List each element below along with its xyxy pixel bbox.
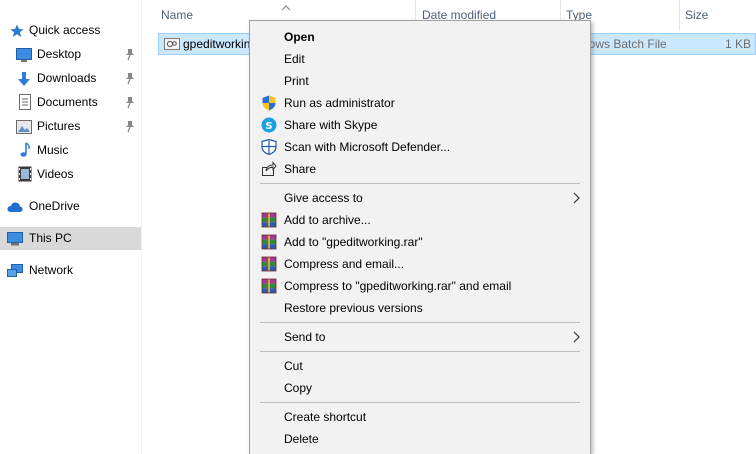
pictures-icon — [16, 119, 32, 135]
menu-separator — [260, 351, 580, 352]
menu-item-share-with-skype[interactable]: S Share with Skype — [250, 114, 590, 136]
file-size: 1 KB — [724, 37, 751, 51]
context-menu: Open Edit Print Run as administrator S S… — [249, 20, 591, 454]
menu-label: Compress to "gpeditworking.rar" and emai… — [284, 279, 512, 293]
batch-file-icon — [164, 36, 180, 52]
nav-item-network[interactable]: Network — [0, 259, 141, 282]
chevron-right-icon — [572, 331, 580, 343]
cloud-icon — [7, 199, 23, 215]
menu-item-run-as-administrator[interactable]: Run as administrator — [250, 92, 590, 114]
nav-item-documents[interactable]: Documents — [0, 91, 141, 114]
menu-label: Copy — [284, 381, 313, 395]
menu-item-add-to-rar[interactable]: Add to "gpeditworking.rar" — [250, 231, 590, 253]
menu-label: Scan with Microsoft Defender... — [284, 140, 451, 154]
menu-label: Share — [284, 162, 317, 176]
nav-item-music[interactable]: Music — [0, 139, 141, 162]
menu-item-copy[interactable]: Copy — [250, 377, 590, 399]
menu-label: Edit — [284, 52, 305, 66]
menu-item-print[interactable]: Print — [250, 70, 590, 92]
menu-label: Open — [284, 30, 315, 44]
skype-icon: S — [261, 117, 277, 133]
pin-icon — [124, 96, 136, 110]
menu-label: Run as administrator — [284, 96, 395, 110]
menu-label: Delete — [284, 432, 319, 446]
pin-icon — [124, 72, 136, 86]
nav-label: Quick access — [29, 23, 101, 37]
nav-label: OneDrive — [29, 199, 80, 213]
menu-item-restore-previous-versions[interactable]: Restore previous versions — [250, 297, 590, 319]
menu-separator — [260, 322, 580, 323]
pin-icon — [124, 120, 136, 134]
nav-label: Pictures — [37, 119, 81, 133]
nav-label: Desktop — [37, 47, 82, 61]
menu-label: Create shortcut — [284, 410, 367, 424]
nav-item-videos[interactable]: Videos — [0, 163, 141, 186]
navigation-pane: Quick access Desktop Downloads Documents — [0, 0, 141, 454]
pin-icon — [124, 48, 136, 62]
menu-item-send-to[interactable]: Send to — [250, 326, 590, 348]
nav-label: Downloads — [37, 71, 97, 85]
nav-item-quick-access[interactable]: Quick access — [0, 19, 141, 42]
share-icon — [261, 161, 277, 177]
defender-shield-icon — [261, 138, 277, 156]
menu-item-edit[interactable]: Edit — [250, 48, 590, 70]
menu-label: Give access to — [284, 191, 363, 205]
menu-item-share[interactable]: Share — [250, 158, 590, 180]
menu-label: Send to — [284, 330, 326, 344]
menu-item-cut[interactable]: Cut — [250, 355, 590, 377]
nav-item-this-pc[interactable]: This PC — [0, 227, 141, 250]
uac-shield-icon — [261, 95, 277, 111]
star-icon — [9, 23, 25, 39]
menu-separator — [260, 402, 580, 403]
file-type: lows Batch File — [586, 37, 667, 51]
menu-label: Print — [284, 74, 309, 88]
menu-item-add-to-archive[interactable]: Add to archive... — [250, 209, 590, 231]
nav-label: Documents — [37, 95, 98, 109]
winrar-icon — [261, 234, 277, 250]
menu-item-create-shortcut[interactable]: Create shortcut — [250, 406, 590, 428]
menu-label: Share with Skype — [284, 118, 378, 132]
menu-item-compress-to-rar-and-email[interactable]: Compress to "gpeditworking.rar" and emai… — [250, 275, 590, 297]
column-header-size[interactable]: Size — [685, 0, 708, 30]
nav-item-desktop[interactable]: Desktop — [0, 43, 141, 66]
nav-item-pictures[interactable]: Pictures — [0, 115, 141, 138]
menu-separator — [260, 183, 580, 184]
menu-label: Compress and email... — [284, 257, 405, 271]
winrar-icon — [261, 212, 277, 228]
nav-label: Videos — [37, 167, 74, 181]
menu-item-scan-defender[interactable]: Scan with Microsoft Defender... — [250, 136, 590, 158]
menu-item-delete[interactable]: Delete — [250, 428, 590, 450]
nav-item-onedrive[interactable]: OneDrive — [0, 195, 141, 218]
nav-label: Music — [37, 143, 69, 157]
chevron-right-icon — [572, 192, 580, 204]
menu-label: Cut — [284, 359, 303, 373]
videos-icon — [17, 166, 33, 182]
winrar-icon — [261, 256, 277, 272]
nav-item-downloads[interactable]: Downloads — [0, 67, 141, 90]
nav-label: Network — [29, 263, 74, 277]
menu-item-give-access-to[interactable]: Give access to — [250, 187, 590, 209]
menu-label: Add to "gpeditworking.rar" — [284, 235, 423, 249]
menu-item-compress-and-email[interactable]: Compress and email... — [250, 253, 590, 275]
menu-item-open[interactable]: Open — [250, 26, 590, 48]
file-name: gpeditworkin — [183, 37, 251, 51]
desktop-icon — [16, 47, 32, 63]
download-icon — [16, 71, 32, 87]
music-icon — [17, 142, 33, 158]
winrar-icon — [261, 278, 277, 294]
nav-label: This PC — [29, 231, 72, 245]
network-icon — [7, 263, 23, 279]
column-divider[interactable] — [679, 0, 680, 30]
svg-text:S: S — [265, 121, 272, 132]
computer-icon — [7, 231, 23, 247]
menu-label: Restore previous versions — [284, 301, 423, 315]
sort-ascending-icon — [281, 1, 291, 11]
pane-divider — [141, 0, 142, 454]
documents-icon — [17, 94, 33, 110]
menu-label: Add to archive... — [284, 213, 371, 227]
column-header-name[interactable]: Name — [161, 0, 193, 30]
